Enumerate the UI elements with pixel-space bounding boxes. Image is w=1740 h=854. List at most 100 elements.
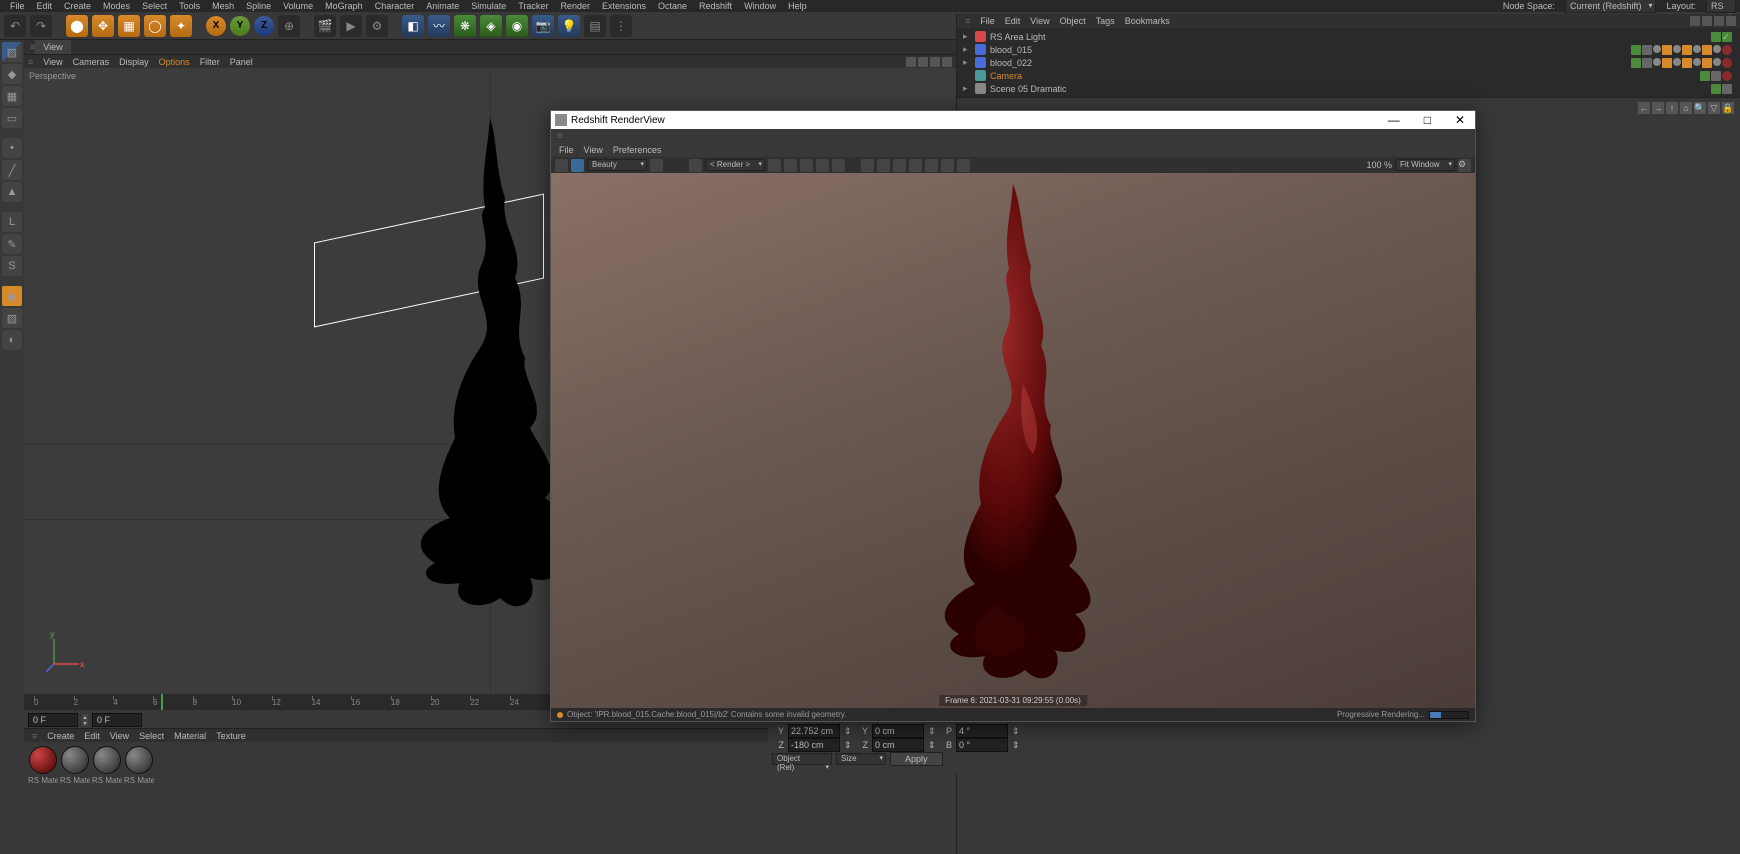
attr-back[interactable]: ← — [1638, 102, 1650, 114]
coord-mode-2[interactable]: Size — [836, 753, 886, 765]
world-axis-toggle[interactable]: ⊕ — [278, 15, 300, 37]
material-item-3[interactable]: RS Mate — [124, 746, 154, 785]
current-frame-input[interactable] — [92, 713, 142, 727]
viewport-solo[interactable]: ◉ — [2, 286, 22, 306]
om-icon-3[interactable] — [1714, 16, 1724, 26]
view-tab[interactable]: View — [35, 40, 70, 54]
om-icon-1[interactable] — [1690, 16, 1700, 26]
material-item-0[interactable]: RS Mate — [28, 746, 58, 785]
vp-menu-view[interactable]: View — [43, 57, 62, 67]
clapper-icon[interactable]: 🎬 — [314, 15, 336, 37]
misc-icon[interactable]: ⋮ — [610, 15, 632, 37]
material-item-2[interactable]: RS Mate — [92, 746, 122, 785]
menu-file[interactable]: File — [4, 1, 31, 11]
render-settings-button[interactable]: ⚙ — [366, 15, 388, 37]
move-tool[interactable]: ✥ — [92, 15, 114, 37]
attr-home[interactable]: ⌂ — [1680, 102, 1692, 114]
rotate-tool[interactable]: ◯ — [144, 15, 166, 37]
attr-lock[interactable]: 🔒 — [1722, 102, 1734, 114]
vp-nav-3[interactable] — [930, 57, 940, 67]
apply-button[interactable]: Apply — [890, 752, 943, 766]
vp-menu-display[interactable]: Display — [119, 57, 149, 67]
layout-dropdown[interactable]: RS — [1706, 0, 1736, 13]
attr-up[interactable]: ↑ — [1666, 102, 1678, 114]
light-icon[interactable]: 💡 — [558, 15, 580, 37]
rv-btn-11[interactable] — [877, 159, 890, 172]
menu-window[interactable]: Window — [738, 1, 782, 11]
menu-modes[interactable]: Modes — [97, 1, 136, 11]
window-minimize[interactable]: — — [1382, 113, 1406, 127]
menu-mesh[interactable]: Mesh — [206, 1, 240, 11]
coord-z-size[interactable] — [872, 738, 924, 752]
rv-btn-13[interactable] — [909, 159, 922, 172]
attr-search[interactable]: 🔍 — [1694, 102, 1706, 114]
menu-octane[interactable]: Octane — [652, 1, 693, 11]
render-frame-button[interactable]: ▶ — [340, 15, 362, 37]
rv-aov-dropdown[interactable]: Beauty — [587, 159, 647, 171]
rv-btn-15[interactable] — [941, 159, 954, 172]
om-edit[interactable]: Edit — [1005, 16, 1021, 26]
nodespace-dropdown[interactable]: Current (Redshift) — [1565, 0, 1657, 13]
undo-button[interactable]: ↶ — [4, 15, 26, 37]
axis-z-toggle[interactable]: Z — [254, 16, 274, 36]
coord-p-rot[interactable] — [956, 724, 1008, 738]
menu-spline[interactable]: Spline — [240, 1, 277, 11]
menu-edit[interactable]: Edit — [31, 1, 59, 11]
window-maximize[interactable]: □ — [1418, 113, 1437, 127]
om-tags[interactable]: Tags — [1096, 16, 1115, 26]
menu-tracker[interactable]: Tracker — [512, 1, 554, 11]
misc-tool-1[interactable]: ▨ — [2, 308, 22, 328]
menu-mograph[interactable]: MoGraph — [319, 1, 369, 11]
coord-b-rot[interactable] — [956, 738, 1008, 752]
rv-btn-5[interactable] — [768, 159, 781, 172]
obj-row-camera[interactable]: Camera — [959, 69, 1738, 82]
misc-tool-2[interactable]: ◐ — [2, 330, 22, 350]
menu-redshift[interactable]: Redshift — [693, 1, 738, 11]
obj-row-blood015[interactable]: ▸ blood_015 — [959, 43, 1738, 56]
snap-mode[interactable]: S — [2, 256, 22, 276]
mat-edit[interactable]: Edit — [84, 731, 100, 741]
start-frame-input[interactable] — [28, 713, 78, 727]
menu-extensions[interactable]: Extensions — [596, 1, 652, 11]
spline-primitive[interactable]: 〰 — [428, 15, 450, 37]
rv-menu-view[interactable]: View — [584, 145, 603, 155]
rv-btn-14[interactable] — [925, 159, 938, 172]
tweak-mode[interactable]: ✎ — [2, 234, 22, 254]
rv-btn-1[interactable] — [555, 159, 568, 172]
vp-nav-2[interactable] — [918, 57, 928, 67]
cube-primitive[interactable]: ◧ — [402, 15, 424, 37]
model-mode[interactable]: ◆ — [2, 64, 22, 84]
rv-btn-7[interactable] — [800, 159, 813, 172]
rv-btn-3[interactable] — [650, 159, 663, 172]
menu-tools[interactable]: Tools — [173, 1, 206, 11]
coord-y-size[interactable] — [872, 724, 924, 738]
vp-nav-4[interactable] — [942, 57, 952, 67]
mat-select[interactable]: Select — [139, 731, 164, 741]
renderview-viewport[interactable]: Frame 6: 2021-03-31 09:29:55 (0.00s) — [551, 173, 1475, 708]
tag-icon[interactable]: ▤ — [584, 15, 606, 37]
polygon-mode[interactable]: ▲ — [2, 182, 22, 202]
menu-render[interactable]: Render — [554, 1, 596, 11]
mat-create[interactable]: Create — [47, 731, 74, 741]
make-editable[interactable]: ▨ — [2, 42, 22, 62]
place-tool[interactable]: ✦ — [170, 15, 192, 37]
rv-render-dropdown[interactable]: < Render > — [705, 159, 765, 171]
attr-fwd[interactable]: → — [1652, 102, 1664, 114]
mat-texture[interactable]: Texture — [216, 731, 246, 741]
renderview-titlebar[interactable]: Redshift RenderView — □ ✕ — [551, 111, 1475, 129]
rv-settings-icon[interactable]: ⚙ — [1458, 159, 1471, 172]
vp-menu-cameras[interactable]: Cameras — [73, 57, 110, 67]
rv-btn-4[interactable] — [689, 159, 702, 172]
vp-menu-options[interactable]: Options — [159, 57, 190, 67]
obj-row-scene[interactable]: ▸ Scene 05 Dramatic — [959, 82, 1738, 95]
rv-btn-6[interactable] — [784, 159, 797, 172]
rv-btn-12[interactable] — [893, 159, 906, 172]
material-item-1[interactable]: RS Mate — [60, 746, 90, 785]
om-object[interactable]: Object — [1060, 16, 1086, 26]
coord-z-pos[interactable] — [788, 738, 840, 752]
redo-button[interactable]: ↷ — [30, 15, 52, 37]
attr-filter[interactable]: ▽ — [1708, 102, 1720, 114]
mat-material[interactable]: Material — [174, 731, 206, 741]
menu-select[interactable]: Select — [136, 1, 173, 11]
scale-tool[interactable]: ▦ — [118, 15, 140, 37]
